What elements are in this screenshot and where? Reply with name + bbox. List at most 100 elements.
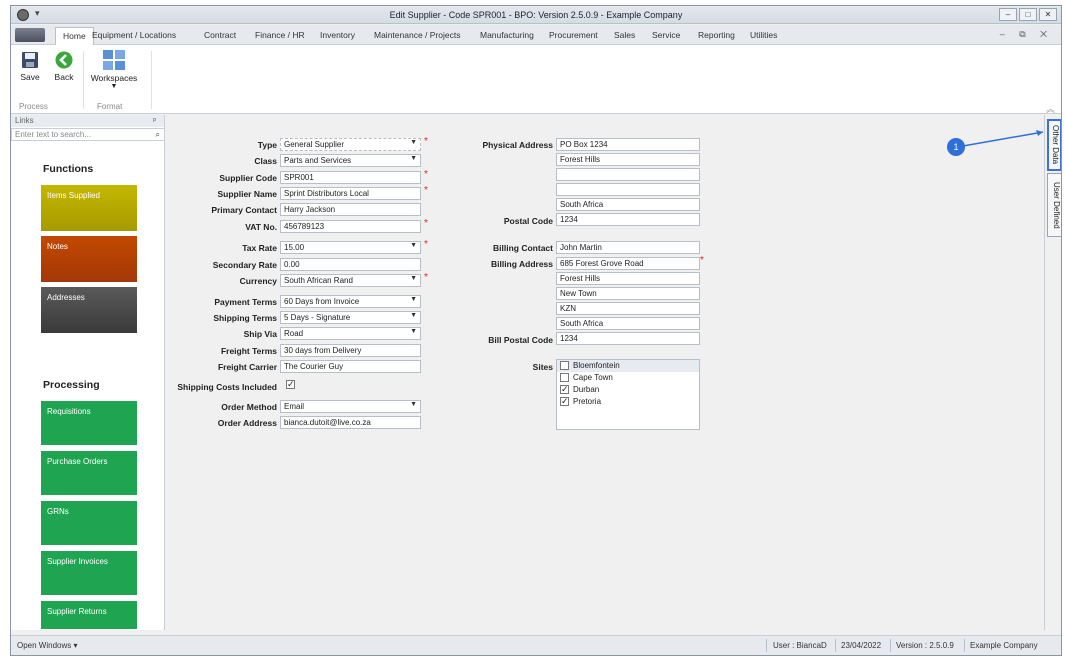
freight-carrier-label: Freight Carrier xyxy=(217,362,277,372)
billing-address-line-4[interactable]: KZN xyxy=(556,302,700,315)
site-item[interactable]: Cape Town xyxy=(557,372,699,384)
tile-purchase-orders[interactable]: Purchase Orders xyxy=(41,451,137,495)
tab-reporting[interactable]: Reporting xyxy=(698,30,735,40)
functions-title: Functions xyxy=(43,163,94,175)
tile-requisitions[interactable]: Requisitions xyxy=(41,401,137,445)
shipping-terms-select[interactable]: 5 Days - Signature ▼ xyxy=(280,311,421,324)
tile-items-supplied[interactable]: Items Supplied xyxy=(41,185,137,231)
title-bar: ▾ Edit Supplier - Code SPR001 - BPO: Ver… xyxy=(11,6,1061,24)
tab-user-defined[interactable]: User Defined xyxy=(1047,173,1061,237)
tab-inventory[interactable]: Inventory xyxy=(320,30,355,40)
supplier-name-label: Supplier Name xyxy=(217,189,277,199)
billing-address-line-1[interactable]: 685 Forest Grove Road xyxy=(556,257,700,270)
tile-notes[interactable]: Notes xyxy=(41,236,137,282)
tab-contract[interactable]: Contract xyxy=(204,30,236,40)
tile-supplier-invoices[interactable]: Supplier Invoices xyxy=(41,551,137,595)
type-select[interactable]: General Supplier ▼ xyxy=(280,138,421,151)
supplier-code-input[interactable]: SPR001 xyxy=(280,171,421,184)
shipping-terms-label: Shipping Terms xyxy=(213,313,277,323)
callout-arrow xyxy=(962,130,1044,147)
chevron-down-icon: ▼ xyxy=(410,328,417,335)
billing-address-line-2[interactable]: Forest Hills xyxy=(556,272,700,285)
links-search-input[interactable]: Enter text to search... ⌕ xyxy=(11,128,165,141)
workspaces-icon xyxy=(103,50,125,70)
tab-finance-hr[interactable]: Finance / HR xyxy=(255,30,305,40)
tab-sales[interactable]: Sales xyxy=(614,30,635,40)
type-label: Type xyxy=(257,140,277,150)
ribbon: Save Back Workspaces ▼ Process Format ︽ xyxy=(11,45,1061,114)
chevron-down-icon: ▼ xyxy=(410,296,417,303)
collapse-ribbon-icon[interactable]: ︽ xyxy=(1046,102,1055,115)
mdi-controls[interactable]: – ⧉ ✕ xyxy=(1000,29,1053,40)
site-checkbox[interactable]: ✓ xyxy=(560,397,569,407)
tab-utilities[interactable]: Utilities xyxy=(750,30,777,40)
bill-postal-code-input[interactable]: 1234 xyxy=(556,332,700,345)
vat-no-label: VAT No. xyxy=(245,222,277,232)
currency-select[interactable]: South African Rand ▼ xyxy=(280,274,421,287)
freight-terms-label: Freight Terms xyxy=(220,346,277,356)
tab-other-data[interactable]: Other Data xyxy=(1047,119,1061,171)
payment-terms-select[interactable]: 60 Days from Invoice ▼ xyxy=(280,295,421,308)
chevron-down-icon: ▼ xyxy=(410,139,417,146)
primary-contact-input[interactable]: Harry Jackson xyxy=(280,203,421,216)
shipping-costs-checkbox[interactable]: ✓ xyxy=(286,380,295,390)
sites-label: Sites xyxy=(532,362,553,372)
tab-service[interactable]: Service xyxy=(652,30,680,40)
search-icon: ⌕ xyxy=(155,130,160,139)
tab-maintenance-projects[interactable]: Maintenance / Projects xyxy=(374,30,460,40)
maximize-button[interactable]: □ xyxy=(1019,8,1037,21)
physical-address-line-3[interactable] xyxy=(556,168,700,181)
tax-rate-select[interactable]: 15.00 ▼ xyxy=(280,241,421,254)
open-windows-button[interactable]: Open Windows ▾ xyxy=(17,641,77,650)
freight-terms-input[interactable]: 30 days from Delivery xyxy=(280,344,421,357)
required-marker: * xyxy=(424,218,428,229)
order-address-input[interactable]: bianca.dutoit@live.co.za xyxy=(280,416,421,429)
ribbon-tabs: Home Equipment / Locations Contract Fina… xyxy=(11,25,1061,46)
supplier-name-input[interactable]: Sprint Distributors Local xyxy=(280,187,421,200)
required-marker: * xyxy=(424,239,428,250)
billing-address-line-5[interactable]: South Africa xyxy=(556,317,700,330)
secondary-rate-input[interactable]: 0.00 xyxy=(280,258,421,271)
minimize-button[interactable]: – xyxy=(999,8,1017,21)
required-marker: * xyxy=(424,136,428,147)
tab-manufacturing[interactable]: Manufacturing xyxy=(480,30,534,40)
site-item[interactable]: ✓ Durban xyxy=(557,384,699,396)
vat-no-input[interactable]: 456789123 xyxy=(280,220,421,233)
tab-home[interactable]: Home xyxy=(55,27,94,46)
site-item[interactable]: Bloemfontein xyxy=(557,360,699,372)
class-select[interactable]: Parts and Services ▼ xyxy=(280,154,421,167)
pin-icon[interactable]: ᵖ xyxy=(153,116,156,125)
chevron-down-icon: ▼ xyxy=(110,83,118,90)
postal-code-input[interactable]: 1234 xyxy=(556,213,700,226)
tile-grns[interactable]: GRNs xyxy=(41,501,137,545)
ship-via-select[interactable]: Road ▼ xyxy=(280,327,421,340)
tab-procurement[interactable]: Procurement xyxy=(549,30,598,40)
side-tab-panel: Other Data User Defined xyxy=(1044,115,1061,630)
required-marker: * xyxy=(700,255,704,266)
site-checkbox[interactable] xyxy=(560,373,569,383)
billing-contact-input[interactable]: John Martin xyxy=(556,241,700,254)
workspaces-button[interactable]: Workspaces ▼ xyxy=(89,49,139,90)
site-checkbox[interactable]: ✓ xyxy=(560,385,569,395)
close-button[interactable]: ✕ xyxy=(1039,8,1057,21)
physical-address-line-5[interactable]: South Africa xyxy=(556,198,700,211)
app-menu-button[interactable] xyxy=(15,28,45,42)
back-button[interactable]: Back xyxy=(51,50,77,82)
required-marker: * xyxy=(424,272,428,283)
site-item[interactable]: ✓ Pretoria xyxy=(557,396,699,408)
physical-address-line-2[interactable]: Forest Hills xyxy=(556,153,700,166)
tab-equipment-locations[interactable]: Equipment / Locations xyxy=(92,30,176,40)
physical-address-line-1[interactable]: PO Box 1234 xyxy=(556,138,700,151)
physical-address-line-4[interactable] xyxy=(556,183,700,196)
window-title: Edit Supplier - Code SPR001 - BPO: Versi… xyxy=(389,10,683,20)
ship-via-label: Ship Via xyxy=(243,329,277,339)
site-checkbox[interactable] xyxy=(560,361,569,371)
chevron-down-icon: ▼ xyxy=(410,312,417,319)
billing-address-line-3[interactable]: New Town xyxy=(556,287,700,300)
processing-title: Processing xyxy=(43,379,100,391)
tile-addresses[interactable]: Addresses xyxy=(41,287,137,333)
tile-supplier-returns[interactable]: Supplier Returns xyxy=(41,601,137,629)
save-button[interactable]: Save xyxy=(17,50,43,82)
freight-carrier-input[interactable]: The Courier Guy xyxy=(280,360,421,373)
order-method-select[interactable]: Email ▼ xyxy=(280,400,421,413)
